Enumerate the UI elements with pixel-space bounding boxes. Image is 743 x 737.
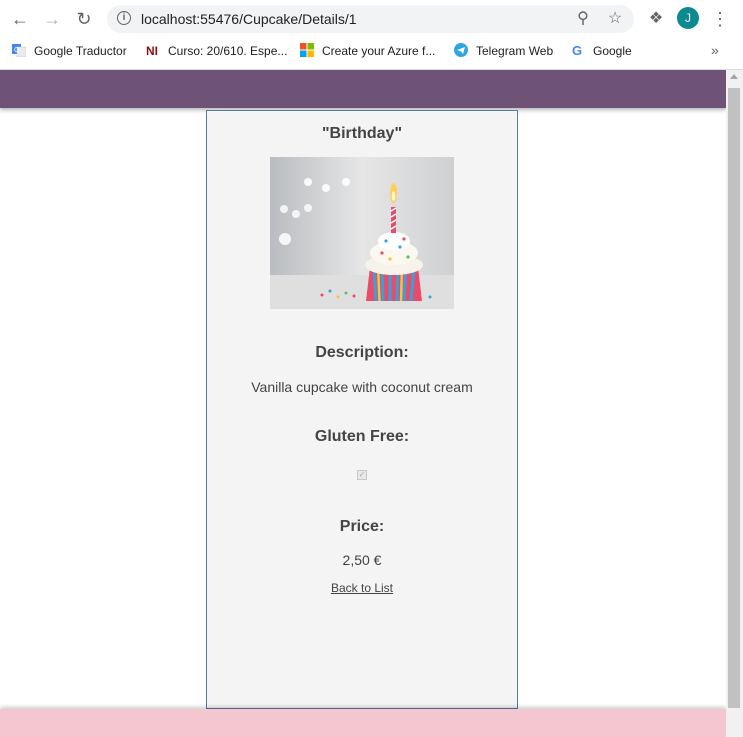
bookmark-star-icon[interactable]: ☆ bbox=[605, 9, 625, 29]
bookmark-label: Google bbox=[593, 44, 632, 58]
bookmark-azure[interactable]: Create your Azure f... bbox=[300, 42, 435, 60]
microsoft-icon bbox=[300, 43, 314, 57]
extensions-puzzle-icon[interactable]: ❖ bbox=[645, 8, 667, 30]
ni-icon: NI bbox=[146, 44, 158, 57]
google-icon: G bbox=[572, 43, 582, 57]
bookmark-telegram[interactable]: Telegram Web bbox=[454, 42, 553, 60]
cupcake-name: "Birthday" bbox=[321, 125, 403, 142]
cupcake-photo bbox=[270, 157, 454, 309]
description-label: Description: bbox=[315, 344, 409, 361]
back-to-list-link[interactable]: Back to List bbox=[207, 581, 517, 595]
bookmark-label: Telegram Web bbox=[476, 44, 554, 58]
url-text[interactable]: localhost:55476/Cupcake/Details/1 bbox=[141, 11, 357, 27]
bookmark-google-translate[interactable]: G Google Traductor bbox=[12, 42, 127, 60]
svg-text:G: G bbox=[14, 47, 19, 54]
scroll-up-arrow-icon[interactable] bbox=[730, 74, 738, 79]
svg-text:G: G bbox=[572, 43, 582, 57]
bookmarks-bar: G Google Traductor NI Curso: 20/610. Esp… bbox=[0, 38, 743, 64]
back-arrow-icon[interactable]: ← bbox=[9, 8, 31, 30]
zoom-icon[interactable]: ⚲ bbox=[573, 9, 593, 29]
page-viewport: "Birthday" Description: Vanilla cupcake … bbox=[0, 70, 726, 737]
gluten-free-label: Gluten Free: bbox=[314, 428, 410, 445]
forward-arrow-icon[interactable]: → bbox=[41, 8, 63, 30]
browser-toolbar: ← → ↻ i localhost:55476/Cupcake/Details/… bbox=[0, 0, 743, 38]
bookmark-google[interactable]: G Google bbox=[571, 42, 632, 60]
cupcake-details-card: "Birthday" Description: Vanilla cupcake … bbox=[206, 110, 518, 709]
page-scrollbar[interactable] bbox=[726, 70, 743, 737]
reload-icon[interactable]: ↻ bbox=[73, 8, 95, 30]
svg-text:NI: NI bbox=[146, 44, 158, 57]
site-info-icon[interactable]: i bbox=[117, 11, 131, 25]
bookmark-label: Google Traductor bbox=[34, 44, 127, 58]
gluten-free-checkbox: ✓ bbox=[357, 470, 367, 480]
browser-menu-icon[interactable]: ⋮ bbox=[711, 8, 729, 30]
site-footer-bar bbox=[0, 709, 726, 737]
scrollbar-thumb[interactable] bbox=[728, 88, 740, 708]
site-header-bar bbox=[0, 70, 726, 108]
bookmark-curso[interactable]: NI Curso: 20/610. Espe... bbox=[146, 42, 287, 60]
address-bar[interactable]: i localhost:55476/Cupcake/Details/1 ⚲ ☆ bbox=[107, 5, 634, 33]
telegram-icon bbox=[454, 43, 468, 57]
description-value: Vanilla cupcake with coconut cream bbox=[251, 379, 473, 395]
profile-avatar[interactable]: J bbox=[677, 7, 699, 29]
bookmark-label: Curso: 20/610. Espe... bbox=[168, 44, 288, 58]
price-label: Price: bbox=[339, 518, 385, 535]
google-translate-icon: G bbox=[12, 44, 26, 57]
more-bookmarks-icon[interactable]: » bbox=[711, 42, 719, 58]
bookmark-label: Create your Azure f... bbox=[322, 44, 436, 58]
price-value: 2,50 € bbox=[342, 552, 382, 568]
